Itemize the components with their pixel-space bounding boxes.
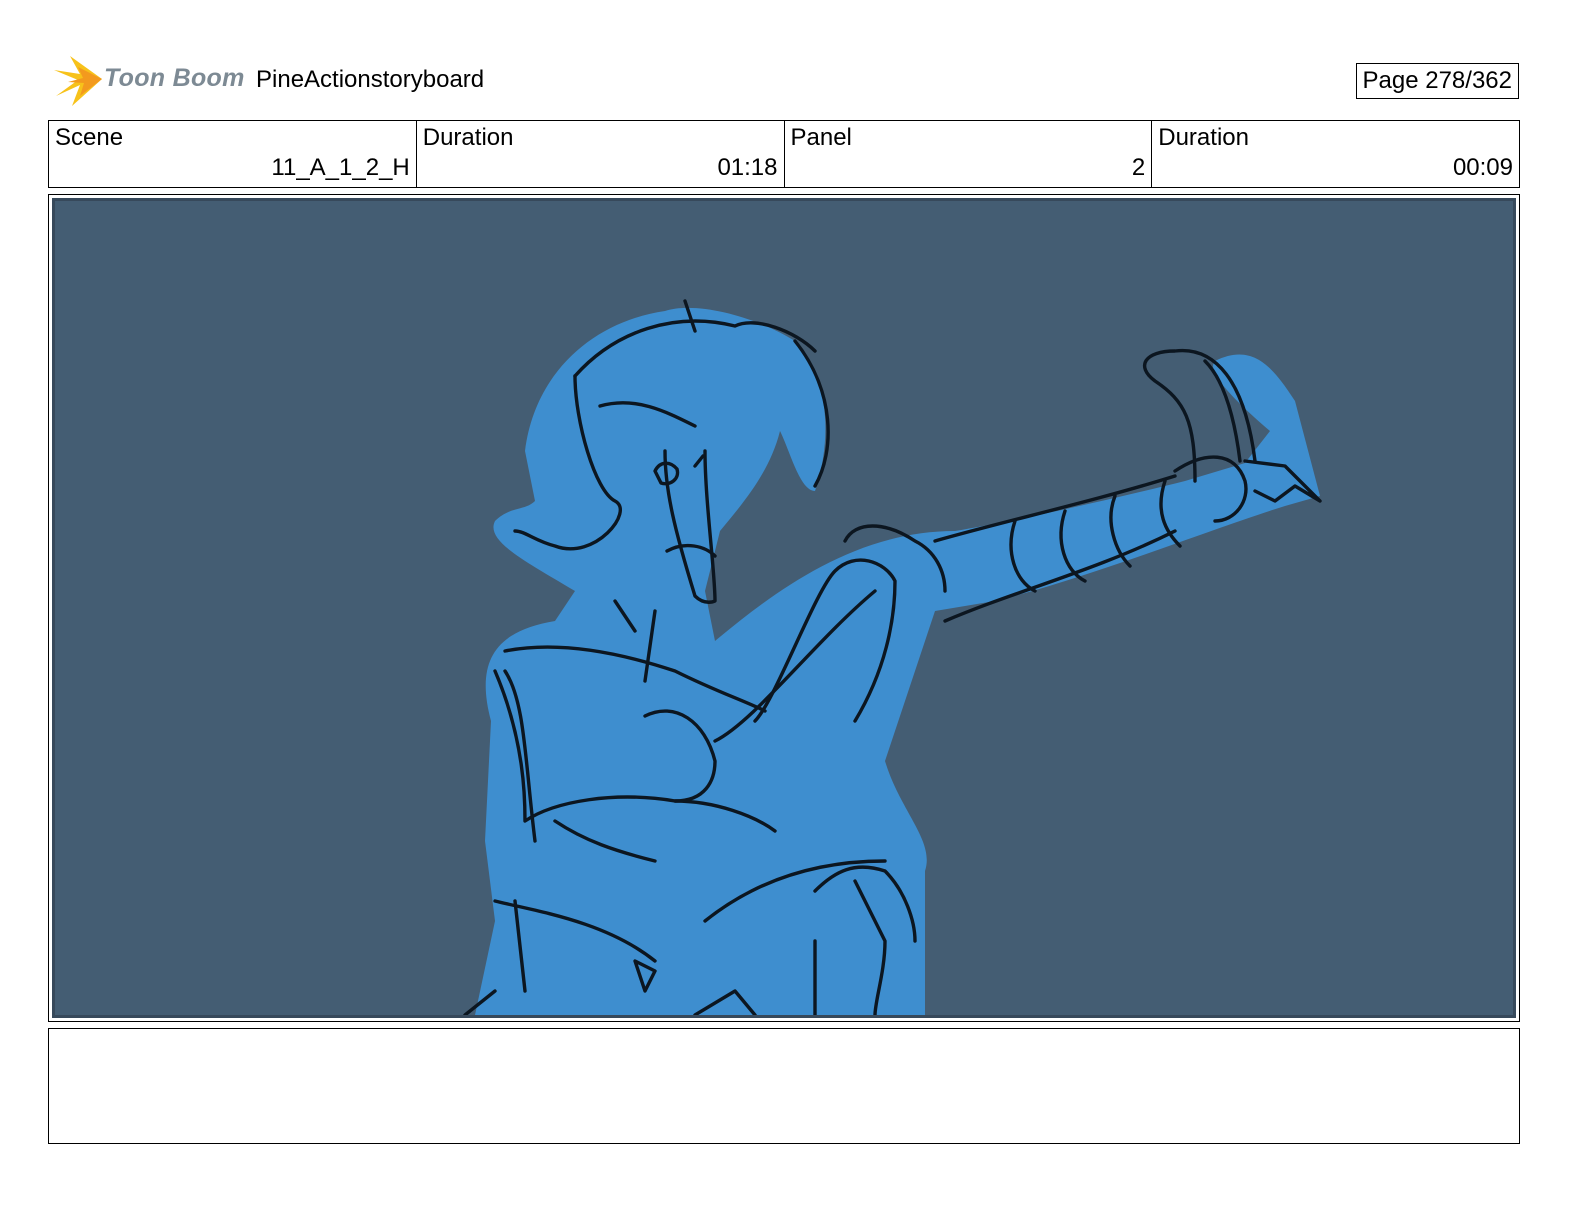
burst-logo-icon <box>54 56 102 106</box>
scene-cell: Scene 11_A_1_2_H <box>49 121 417 187</box>
scene-label: Scene <box>55 124 124 151</box>
toon-boom-logo: Toon Boom <box>50 52 244 108</box>
panel-duration-label: Duration <box>1158 124 1249 151</box>
storyboard-panel-frame <box>48 194 1520 1022</box>
logo-wordmark: Toon Boom <box>104 64 245 92</box>
scene-value: 11_A_1_2_H <box>271 154 410 181</box>
project-title: PineActionstoryboard <box>256 66 485 93</box>
scene-duration-value: 01:18 <box>717 154 778 181</box>
page-indicator: Page 278/362 <box>1355 63 1519 99</box>
scene-info-table: Scene 11_A_1_2_H Duration 01:18 Panel 2 … <box>48 120 1520 188</box>
panel-value: 2 <box>1131 154 1146 181</box>
panel-duration-value: 00:09 <box>1452 154 1513 181</box>
scene-duration-cell: Duration 01:18 <box>417 121 785 187</box>
scene-duration-label: Duration <box>422 124 514 151</box>
panel-notes-box <box>48 1028 1520 1144</box>
storyboard-panel-image <box>52 198 1516 1018</box>
panel-label: Panel <box>790 124 852 151</box>
character-sketch-illustration <box>463 299 1322 1015</box>
panel-duration-cell: Duration 00:09 <box>1152 121 1519 187</box>
panel-cell: Panel 2 <box>785 121 1153 187</box>
